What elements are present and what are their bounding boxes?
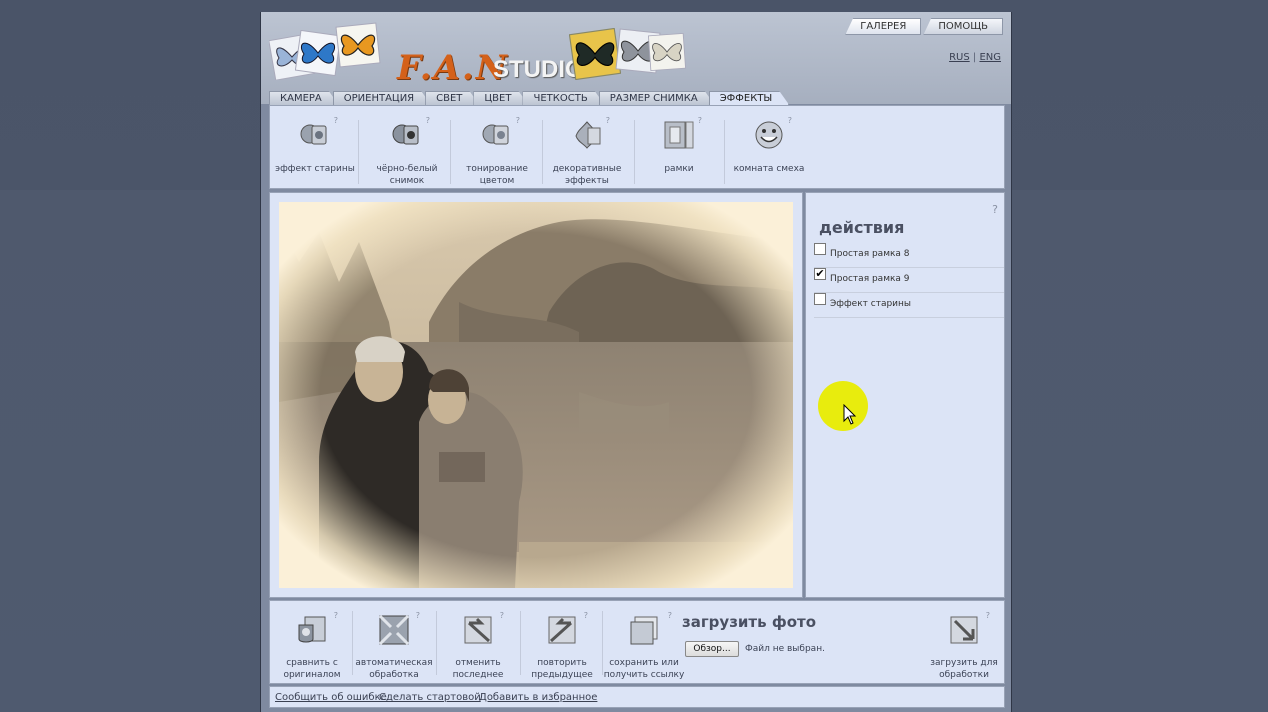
button-label: повторить предыдущее: [531, 658, 593, 680]
redo-icon: [548, 616, 576, 644]
tab-light[interactable]: СВЕТ: [425, 91, 479, 105]
butterfly-logo-icon: [647, 32, 687, 72]
upload-process-button[interactable]: ? загрузить для обработки: [922, 609, 1006, 681]
auto-process-icon: [378, 614, 410, 646]
separator: [450, 120, 451, 184]
help-icon[interactable]: ?: [788, 116, 792, 125]
save-icon: [630, 616, 658, 645]
effect-frames-button[interactable]: ? рамки: [634, 112, 724, 186]
mouse-cursor-icon: [843, 404, 857, 425]
help-icon[interactable]: ?: [992, 203, 998, 216]
photo-preview[interactable]: [279, 202, 793, 588]
tab-size[interactable]: РАЗМЕР СНИМКА: [599, 91, 715, 105]
effect-label: рамки: [664, 164, 694, 174]
help-icon[interactable]: ?: [668, 611, 672, 620]
button-label: загрузить для обработки: [930, 658, 998, 680]
help-icon[interactable]: ?: [698, 116, 702, 125]
funhouse-icon: [755, 121, 783, 149]
butterfly-logo-icon: [335, 22, 381, 68]
tab-color[interactable]: ЦВЕТ: [473, 91, 528, 105]
action-checkbox[interactable]: [814, 293, 826, 305]
action-checkbox[interactable]: [814, 243, 826, 255]
help-icon[interactable]: ?: [334, 611, 338, 620]
effect-label: чёрно-белый снимок: [376, 164, 438, 186]
action-checkbox[interactable]: ✔: [814, 268, 826, 280]
butterfly-logo-icon: [569, 28, 621, 80]
upload-process-icon: [950, 616, 978, 644]
button-label: отменить последнее: [452, 658, 504, 680]
help-icon[interactable]: ?: [584, 611, 588, 620]
decorative-icon: [575, 121, 601, 149]
color-toning-icon: [482, 124, 509, 145]
help-icon[interactable]: ?: [426, 116, 430, 125]
separator: [358, 120, 359, 184]
app-frame: F.A.N STUDIO ГАЛЕРЕЯ ПОМОЩЬ RUS | ENG КА…: [260, 12, 1012, 712]
lang-rus-link[interactable]: RUS: [949, 52, 970, 63]
help-icon[interactable]: ?: [606, 116, 610, 125]
button-label: сравнить с оригиналом: [283, 658, 341, 680]
help-icon[interactable]: ?: [334, 116, 338, 125]
header: F.A.N STUDIO ГАЛЕРЕЯ ПОМОЩЬ RUS | ENG КА…: [261, 12, 1011, 104]
undo-icon: [464, 616, 492, 644]
main-tabs: КАМЕРА ОРИЕНТАЦИЯ СВЕТ ЦВЕТ ЧЕТКОСТЬ РАЗ…: [269, 91, 783, 105]
effect-label: эффект старины: [275, 164, 355, 174]
action-label: Простая рамка 9: [830, 274, 910, 284]
tab-camera[interactable]: КАМЕРА: [269, 91, 339, 105]
effects-toolbar: ? эффект старины ? чёрно-белый снимок ?: [269, 105, 1005, 189]
button-label: автоматическая обработка: [355, 658, 433, 680]
footer: Сообщить об ошибке Сделать стартовой Доб…: [269, 686, 1005, 708]
redo-button[interactable]: ? повторить предыдущее: [520, 609, 604, 681]
effect-label: комната смеха: [733, 164, 805, 174]
report-error-link[interactable]: Сообщить об ошибке: [275, 692, 387, 703]
auto-process-button[interactable]: ? автоматическая обработка: [352, 609, 436, 681]
no-file-label: Файл не выбран.: [745, 644, 825, 654]
help-icon[interactable]: ?: [986, 611, 990, 620]
frames-icon: [664, 121, 694, 149]
effect-label: тонирование цветом: [466, 164, 528, 186]
action-item[interactable]: Эффект старины: [814, 293, 1004, 318]
undo-button[interactable]: ? отменить последнее: [436, 609, 520, 681]
tab-gallery[interactable]: ГАЛЕРЕЯ: [845, 18, 922, 35]
effect-toning-button[interactable]: ? тонирование цветом: [452, 112, 542, 186]
actions-title: действия: [819, 218, 905, 237]
action-label: Эффект старины: [830, 299, 912, 309]
browse-button[interactable]: Обзор...: [685, 641, 739, 657]
help-icon[interactable]: ?: [416, 611, 420, 620]
lang-separator: |: [972, 52, 977, 63]
effect-bw-button[interactable]: ? чёрно-белый снимок: [362, 112, 452, 186]
black-white-icon: [392, 124, 419, 145]
help-icon[interactable]: ?: [500, 611, 504, 620]
effect-vintage-button[interactable]: ? эффект старины: [270, 112, 360, 186]
button-label: сохранить или получить ссылку: [603, 658, 685, 680]
compare-button[interactable]: ? сравнить с оригиналом: [270, 609, 354, 681]
action-label: Простая рамка 8: [830, 249, 910, 259]
vintage-effect-icon: [300, 124, 327, 145]
logo[interactable]: F.A.N STUDIO: [269, 18, 689, 98]
help-icon[interactable]: ?: [516, 116, 520, 125]
tab-help[interactable]: ПОМОЩЬ: [923, 18, 1003, 35]
effect-funhouse-button[interactable]: ? комната смеха: [724, 112, 814, 186]
language-switch: RUS | ENG: [949, 52, 1001, 63]
tab-sharpness[interactable]: ЧЕТКОСТЬ: [522, 91, 604, 105]
set-homepage-link[interactable]: Сделать стартовой: [379, 692, 481, 703]
photo-panel: [269, 192, 803, 598]
compare-icon: [298, 616, 326, 643]
lang-eng-link[interactable]: ENG: [979, 52, 1001, 63]
save-button[interactable]: ? сохранить или получить ссылку: [600, 609, 688, 681]
effect-label: декоративные эффекты: [552, 164, 622, 186]
tab-effects[interactable]: ЭФФЕКТЫ: [709, 91, 790, 105]
add-favorites-link[interactable]: Добавить в избранное: [479, 692, 597, 703]
action-item[interactable]: ✔ Простая рамка 9: [814, 268, 1004, 293]
upload-title: загрузить фото: [682, 613, 817, 631]
action-item[interactable]: Простая рамка 8: [814, 243, 1004, 268]
tab-orientation[interactable]: ОРИЕНТАЦИЯ: [333, 91, 431, 105]
effect-decorative-button[interactable]: ? декоративные эффекты: [542, 112, 632, 186]
bottom-toolbar: ? сравнить с оригиналом ? автоматическая…: [269, 600, 1005, 684]
top-tabs: ГАЛЕРЕЯ ПОМОЩЬ: [843, 18, 1003, 35]
